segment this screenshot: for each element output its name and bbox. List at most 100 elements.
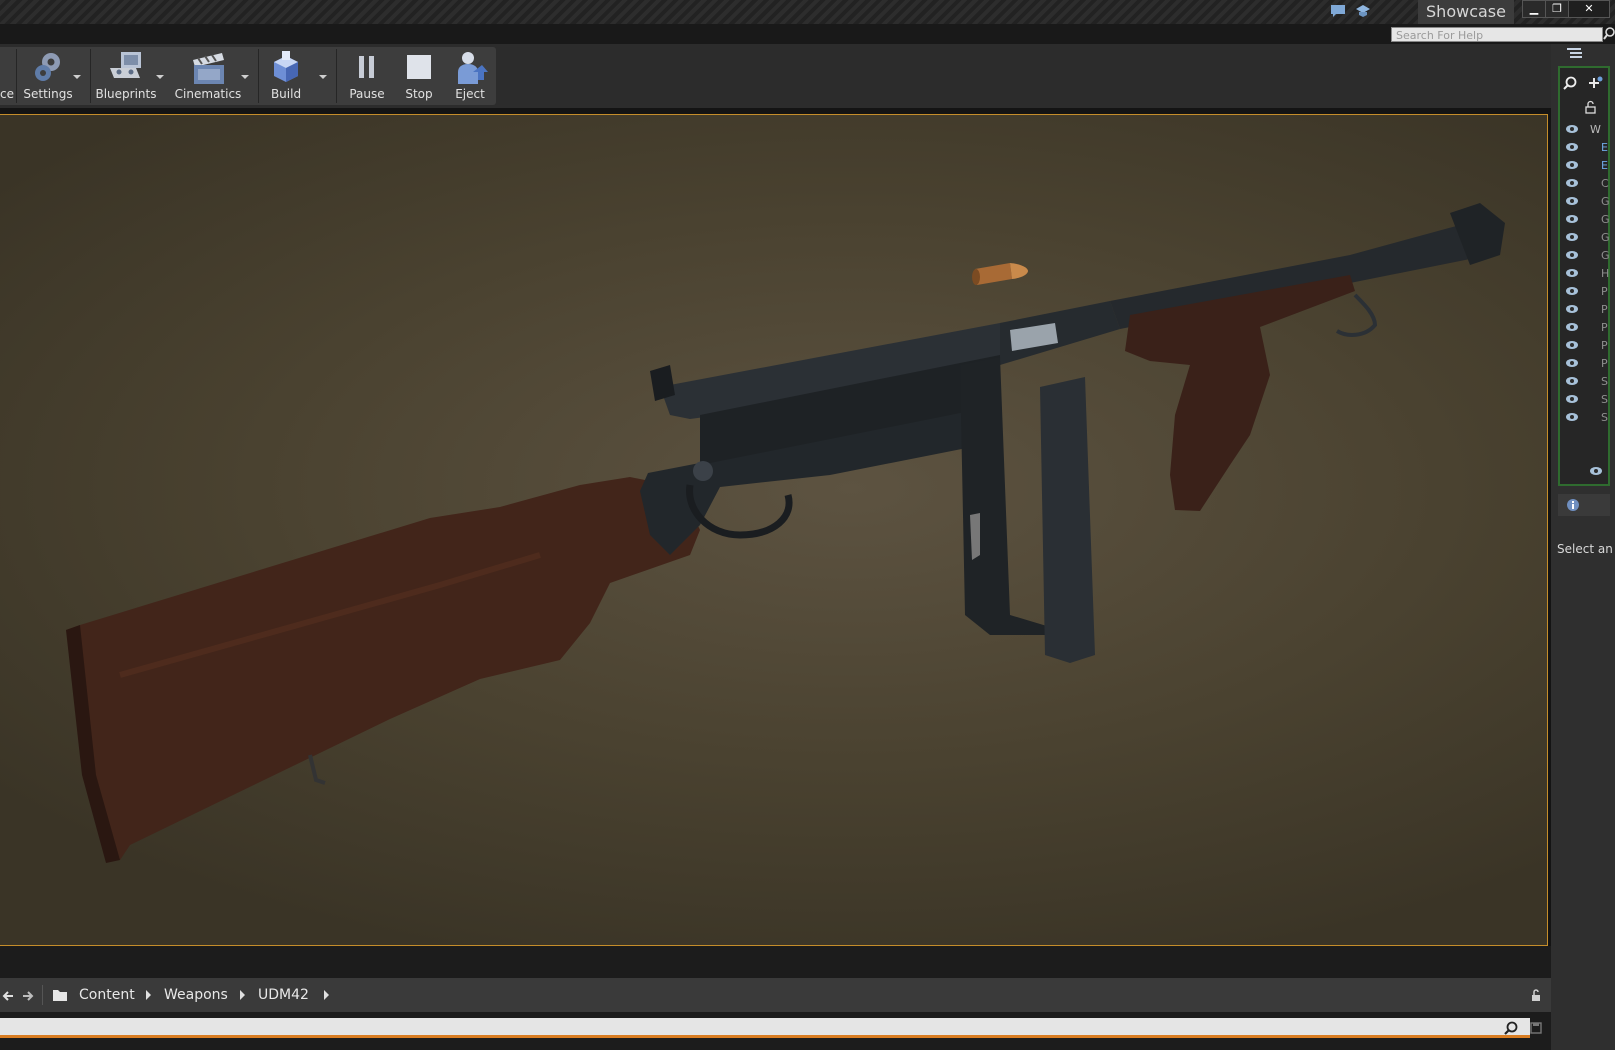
outliner-world-label: W xyxy=(1590,123,1601,136)
blueprints-button[interactable]: Blueprints xyxy=(94,47,158,105)
outliner-item[interactable]: G xyxy=(1562,230,1610,246)
visibility-eye-icon[interactable] xyxy=(1566,179,1578,187)
search-icon[interactable] xyxy=(1504,1021,1518,1035)
minimize-icon: ▁ xyxy=(1529,2,1539,15)
outliner-header-row[interactable]: W xyxy=(1562,122,1608,138)
outliner-item-label: G xyxy=(1601,195,1610,208)
visibility-eye-icon[interactable] xyxy=(1566,197,1578,205)
level-viewport[interactable] xyxy=(0,114,1548,946)
breadcrumb-content[interactable]: Content xyxy=(79,987,135,1003)
outliner-item-label: G xyxy=(1601,249,1610,262)
visibility-eye-icon[interactable] xyxy=(1566,251,1578,259)
breadcrumb-arrow-icon[interactable] xyxy=(324,990,329,1000)
rifle-stock xyxy=(66,477,700,863)
outliner-tab-icon[interactable] xyxy=(1566,47,1584,61)
breadcrumb-arrow-icon[interactable] xyxy=(146,990,151,1000)
outliner-item[interactable]: G xyxy=(1562,248,1610,264)
lock-icon[interactable] xyxy=(1584,100,1598,114)
outliner-item[interactable]: P xyxy=(1562,284,1608,300)
outliner-item-label: S xyxy=(1601,393,1608,406)
back-arrow-icon[interactable] xyxy=(2,990,14,1002)
visibility-eye-icon[interactable] xyxy=(1566,359,1578,367)
visibility-eye-icon[interactable] xyxy=(1566,125,1578,133)
visibility-eye-icon xyxy=(1590,467,1602,475)
visibility-eye-icon[interactable] xyxy=(1566,395,1578,403)
content-browser-path-bar: Content Weapons UDM42 xyxy=(0,978,1551,1012)
outliner-item-label: C xyxy=(1601,177,1609,190)
visibility-eye-icon[interactable] xyxy=(1566,287,1578,295)
eject-button[interactable]: Eject xyxy=(448,47,492,105)
outliner-item[interactable]: E xyxy=(1562,158,1608,174)
breadcrumb-arrow-icon[interactable] xyxy=(240,990,245,1000)
visibility-eye-icon[interactable] xyxy=(1566,143,1578,151)
cinematics-button[interactable]: Cinematics xyxy=(174,47,242,105)
visibility-eye-icon[interactable] xyxy=(1566,161,1578,169)
eject-label: Eject xyxy=(455,87,485,101)
menu-bar xyxy=(0,24,1615,44)
visibility-eye-icon[interactable] xyxy=(1566,413,1578,421)
build-button[interactable]: Build xyxy=(262,47,310,105)
outliner-item[interactable]: S xyxy=(1562,392,1608,408)
restore-button[interactable]: ❐ xyxy=(1545,0,1569,18)
outliner-item[interactable]: C xyxy=(1562,176,1609,192)
settings-button[interactable]: Settings xyxy=(22,47,74,105)
outliner-item[interactable]: P xyxy=(1562,356,1608,372)
outliner-item[interactable]: P xyxy=(1562,338,1608,354)
toolbar-cut-button[interactable]: ce xyxy=(0,47,14,105)
stop-label: Stop xyxy=(405,87,433,101)
view-options-button[interactable] xyxy=(1588,464,1608,480)
graduation-cap-icon[interactable] xyxy=(1355,4,1371,18)
settings-dropdown-icon[interactable] xyxy=(73,75,81,79)
rifle-foregrip xyxy=(1125,275,1378,511)
close-icon: ✕ xyxy=(1584,2,1594,15)
build-blocks-icon xyxy=(274,51,298,82)
outliner-item-label: S xyxy=(1601,411,1608,424)
outliner-item-label: H xyxy=(1601,267,1610,280)
outliner-item[interactable]: G xyxy=(1562,212,1610,228)
toolbar-separator xyxy=(336,49,337,103)
cinematics-dropdown-icon[interactable] xyxy=(241,75,249,79)
details-info-icon xyxy=(1567,499,1579,511)
outliner-item-label: P xyxy=(1601,303,1608,316)
stop-button[interactable]: Stop xyxy=(396,47,442,105)
lock-icon[interactable] xyxy=(1530,988,1542,1002)
outliner-item[interactable]: S xyxy=(1562,410,1608,426)
add-actor-icon[interactable] xyxy=(1587,76,1603,90)
rifle-magazine xyxy=(960,357,1095,663)
visibility-eye-icon[interactable] xyxy=(1566,305,1578,313)
details-tab[interactable] xyxy=(1558,494,1610,516)
visibility-eye-icon[interactable] xyxy=(1566,323,1578,331)
content-search-input[interactable] xyxy=(0,1018,1530,1038)
visibility-eye-icon[interactable] xyxy=(1566,269,1578,277)
visibility-eye-icon[interactable] xyxy=(1566,215,1578,223)
pause-button[interactable]: Pause xyxy=(344,47,390,105)
outliner-item[interactable]: H xyxy=(1562,266,1610,282)
build-dropdown-icon[interactable] xyxy=(319,75,327,79)
breadcrumb-udm42[interactable]: UDM42 xyxy=(258,987,309,1003)
outliner-item[interactable]: P xyxy=(1562,302,1608,318)
visibility-eye-icon[interactable] xyxy=(1566,341,1578,349)
search-icon[interactable] xyxy=(1603,27,1615,41)
settings-label: Settings xyxy=(23,87,73,101)
outliner-item[interactable]: E xyxy=(1562,140,1608,156)
forward-arrow-icon[interactable] xyxy=(22,990,34,1002)
outliner-item[interactable]: P xyxy=(1562,320,1608,336)
search-icon[interactable] xyxy=(1563,76,1577,90)
outliner-item[interactable]: S xyxy=(1562,374,1608,390)
visibility-eye-icon[interactable] xyxy=(1566,233,1578,241)
cinematics-label: Cinematics xyxy=(174,87,242,101)
outliner-item-label: P xyxy=(1601,285,1608,298)
rifle-model[interactable] xyxy=(0,115,1548,946)
help-search-input[interactable]: Search For Help xyxy=(1391,27,1603,42)
minimize-button[interactable]: ▁ xyxy=(1522,0,1546,18)
blueprints-dropdown-icon[interactable] xyxy=(156,75,164,79)
close-button[interactable]: ✕ xyxy=(1568,0,1610,18)
breadcrumb-weapons[interactable]: Weapons xyxy=(164,987,228,1003)
outliner-item-label: P xyxy=(1601,357,1608,370)
chat-bubble-icon[interactable] xyxy=(1330,4,1346,18)
outliner-item-label: G xyxy=(1601,213,1610,226)
save-search-icon[interactable] xyxy=(1530,1021,1542,1035)
outliner-item[interactable]: G xyxy=(1562,194,1610,210)
visibility-eye-icon[interactable] xyxy=(1566,377,1578,385)
outliner-item-label: E xyxy=(1601,141,1608,154)
